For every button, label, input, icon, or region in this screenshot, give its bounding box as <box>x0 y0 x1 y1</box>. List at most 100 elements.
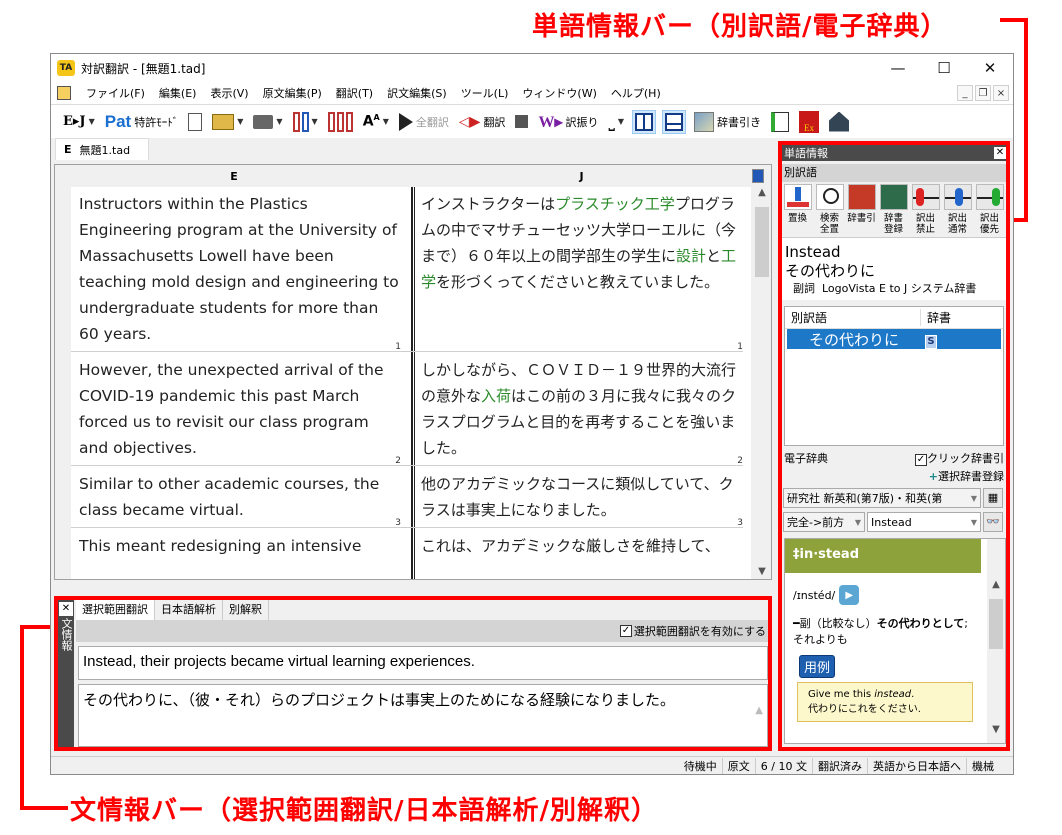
translation-normal-button[interactable]: 訳出 通常 <box>942 184 973 235</box>
target-segment[interactable]: しかしながら、ＣＯＶＩＤ－１９世界的大流行の意外な入荷はこの前の３月に我々に我々… <box>413 353 751 465</box>
layout-side-by-side-button[interactable] <box>632 109 657 134</box>
segment-row[interactable]: This meant redesigning an intensive これは、ア… <box>71 529 751 563</box>
layout-stacked-button[interactable] <box>662 109 687 134</box>
three-column-button[interactable] <box>326 109 355 135</box>
source-segment[interactable]: Similar to other academic courses, the c… <box>71 467 409 527</box>
register-selected-button[interactable]: +選択辞書登録 <box>782 466 1006 486</box>
dictionary-scrollbar[interactable]: ▲ ▼ <box>987 539 1005 743</box>
menu-file[interactable]: ファイル(F) <box>79 85 152 101</box>
window-title: 対訳翻訳 - [無題1.tad] <box>81 61 206 76</box>
scroll-up-icon[interactable]: ▲ <box>753 187 771 198</box>
search-replace-label: 検索 全置 <box>819 213 839 235</box>
target-segment[interactable]: 他のアカデミックなコースに類似していて、クラスは事実上になりました。 <box>413 467 751 527</box>
two-column-button[interactable]: ▼ <box>291 109 320 135</box>
translate-button[interactable]: ◁▶ 翻訳 <box>457 109 508 135</box>
target-sentence-field[interactable]: その代わりに、（彼・それ）らのプロジェクトは事実上のためになる経験になりました。… <box>78 684 768 747</box>
document-icon[interactable] <box>57 86 71 100</box>
source-segment[interactable]: This meant redesigning an intensive <box>71 529 409 563</box>
menu-view[interactable]: 表示(V) <box>203 85 255 101</box>
dictionary-lookup-button[interactable]: 辞書引 <box>846 184 877 235</box>
search-home-button[interactable] <box>827 109 851 135</box>
notes-button[interactable] <box>769 109 791 135</box>
print-button[interactable]: ▼ <box>251 109 284 135</box>
prohibit-label: 訳出 禁止 <box>915 213 935 235</box>
menu-edit[interactable]: 編集(E) <box>152 85 204 101</box>
open-button[interactable]: ▼ <box>210 109 245 135</box>
close-button[interactable]: ✕ <box>967 54 1013 82</box>
close-icon[interactable]: ✕ <box>994 147 1006 159</box>
scroll-thumb[interactable] <box>755 207 769 277</box>
dictionary-entry-view: ‡in·stead /ɪnstéd/ ▶ ━副（比較なし）その代わりとして;それ… <box>784 538 1006 744</box>
mdi-close-button[interactable]: × <box>993 85 1009 101</box>
menu-help[interactable]: ヘルプ(H) <box>604 85 668 101</box>
menu-target-edit[interactable]: 訳文編集(S) <box>380 85 454 101</box>
menu-window[interactable]: ウィンドウ(W) <box>515 85 603 101</box>
translation-priority-button[interactable]: 訳出 優先 <box>974 184 1005 235</box>
tab-japanese-analysis[interactable]: 日本語解析 <box>155 600 223 620</box>
table-row[interactable]: その代わりに S <box>787 329 1001 349</box>
source-sentence-field[interactable]: Instead, their projects became virtual l… <box>78 646 768 680</box>
ex-dictionary-button[interactable]: Ex <box>797 109 821 135</box>
source-segment[interactable]: However, the unexpected arrival of the C… <box>71 353 409 465</box>
chevron-down-icon: ▼ <box>237 117 244 126</box>
minimize-button[interactable]: — <box>875 54 921 82</box>
segment-row[interactable]: Instructors within the Plastics Engineer… <box>71 187 751 351</box>
highlighted-term[interactable]: プラスチック工学 <box>555 195 675 213</box>
direction-button[interactable]: E▸J ▼ <box>61 109 97 135</box>
editor-body[interactable]: Instructors within the Plastics Engineer… <box>71 187 751 579</box>
segment-row[interactable]: Similar to other academic courses, the c… <box>71 467 751 527</box>
click-lookup-checkbox[interactable]: ✓ <box>915 454 927 466</box>
scroll-down-icon[interactable]: ▼ <box>753 566 771 577</box>
tab-alt-interpretation[interactable]: 別解釈 <box>223 600 269 620</box>
search-button[interactable]: 👓 <box>983 512 1003 532</box>
translate-icon: ◁▶ <box>458 113 481 130</box>
space-button[interactable]: ⎵ ▼ <box>606 109 626 135</box>
target-text: 他のアカデミックなコースに類似していて、クラスは事実上になりました。 <box>421 475 734 519</box>
menu-translate[interactable]: 翻訳(T) <box>329 85 380 101</box>
dictionary-settings-button[interactable]: ▦ <box>983 488 1003 508</box>
editor-scrollbar[interactable]: ▲ ▼ <box>753 187 771 579</box>
translation-prohibit-button[interactable]: 訳出 禁止 <box>910 184 941 235</box>
mdi-restore-button[interactable]: ❐ <box>975 85 991 101</box>
sync-lock-icon[interactable] <box>752 169 764 183</box>
dictionary-register-button[interactable]: 辞書 登録 <box>878 184 909 235</box>
dictionary-select[interactable]: 研究社 新英和(第7版)・和英(第 ▼ <box>783 488 981 508</box>
assign-translation-button[interactable]: W▸ 訳振り <box>536 109 600 135</box>
scroll-down-icon[interactable]: ▼ <box>987 724 1005 735</box>
maximize-button[interactable]: ☐ <box>921 54 967 82</box>
enable-selection-checkbox[interactable]: ✓ <box>619 625 632 637</box>
play-audio-icon[interactable]: ▶ <box>839 585 860 605</box>
new-document-button[interactable] <box>186 109 204 135</box>
header-alt-term[interactable]: 別訳語 <box>785 309 921 326</box>
sentence-panel-label: 文情報 <box>60 618 73 651</box>
tab-selection-translation[interactable]: 選択範囲翻訳 <box>76 600 155 620</box>
search-replace-all-button[interactable]: 検索 全置 <box>814 184 845 235</box>
source-segment[interactable]: Instructors within the Plastics Engineer… <box>71 187 409 351</box>
header-dictionary[interactable]: 辞書 <box>921 309 951 326</box>
patent-mode-button[interactable]: Pat 特許ﾓｰﾄﾞ <box>103 109 180 135</box>
scroll-thumb[interactable] <box>989 599 1003 649</box>
stop-button[interactable] <box>513 109 530 135</box>
menu-tools[interactable]: ツール(L) <box>454 85 516 101</box>
query-input[interactable]: Instead ▼ <box>867 512 981 532</box>
scroll-up-icon[interactable]: ▲ <box>755 705 763 716</box>
document-tab[interactable]: E 無題1.tad <box>55 138 150 160</box>
example-en-end: . <box>911 689 915 700</box>
target-segment[interactable]: インストラクターはプラスチック工学プログラムの中でマサチューセッツ大学ローエルに… <box>413 187 751 351</box>
definition-main: その代わりとして <box>876 617 965 630</box>
highlighted-term[interactable]: 設計 <box>676 247 706 265</box>
translate-all-button[interactable]: 全翻訳 <box>397 109 451 135</box>
scroll-up-icon[interactable]: ▲ <box>987 579 1005 590</box>
font-size-button[interactable]: AA ▼ <box>361 109 391 135</box>
match-mode-select[interactable]: 完全->前方 ▼ <box>783 512 865 532</box>
mdi-minimize-button[interactable]: _ <box>957 85 973 101</box>
highlighted-term[interactable]: 入荷 <box>481 387 511 405</box>
replace-button[interactable]: 置換 <box>782 184 813 235</box>
stop-icon <box>515 115 529 128</box>
segment-row[interactable]: However, the unexpected arrival of the C… <box>71 353 751 465</box>
close-icon[interactable]: ✕ <box>59 602 73 616</box>
menu-source-edit[interactable]: 原文編集(P) <box>256 85 329 101</box>
target-segment[interactable]: これは、アカデミックな厳しさを維持して、 <box>413 529 751 563</box>
dictionary-lookup-button[interactable]: 辞書引き <box>692 109 763 135</box>
example-en-italic: instead <box>874 689 912 700</box>
